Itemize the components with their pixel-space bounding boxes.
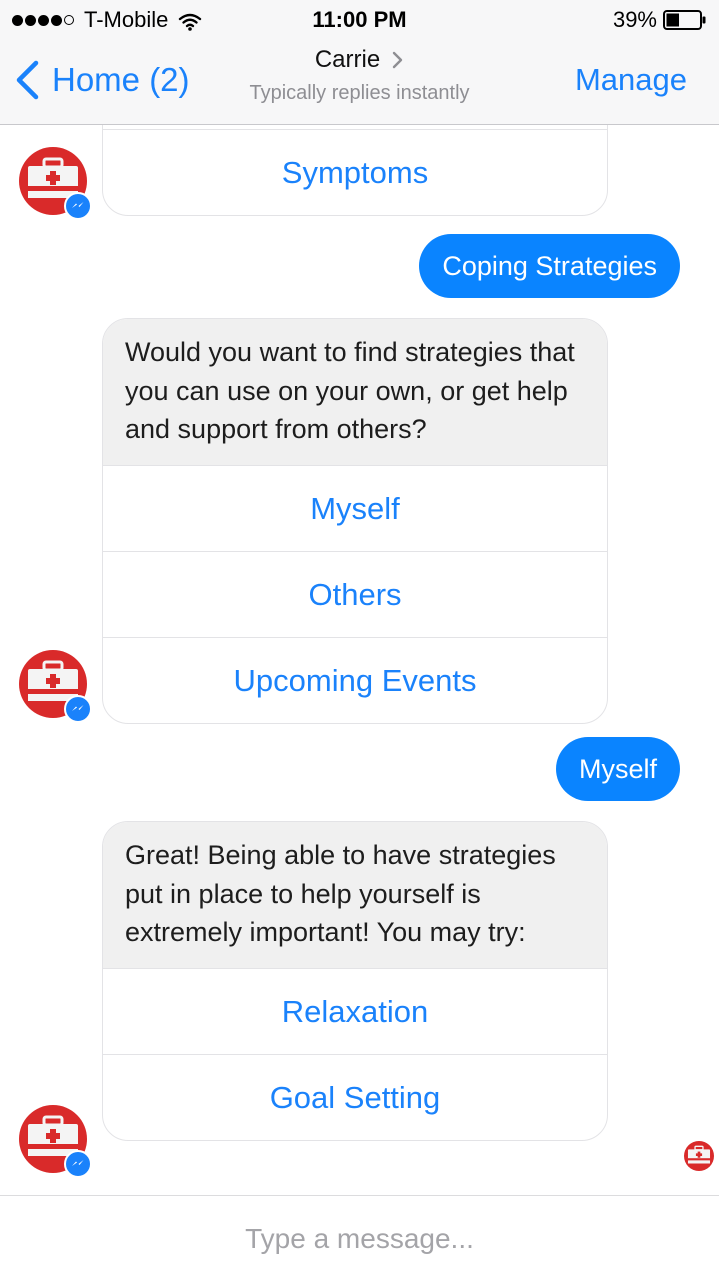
manage-button[interactable]: Manage: [575, 62, 687, 98]
status-time: 11:00 PM: [312, 7, 407, 32]
bot-card-2: Would you want to find strategies that y…: [102, 318, 608, 724]
seen-indicator-avatar: [684, 1141, 714, 1171]
messenger-bolt-icon: [64, 1150, 92, 1178]
user-message-bubble[interactable]: Coping Strategies: [419, 234, 680, 298]
card-button-symptoms[interactable]: Symptoms: [103, 129, 607, 215]
first-aid-kit-icon: [687, 1145, 711, 1164]
message-composer: [0, 1195, 719, 1280]
bot-card-3: Great! Being able to have strategies put…: [102, 821, 608, 1141]
card-button-goal-setting[interactable]: Goal Setting: [103, 1053, 607, 1140]
messenger-bolt-icon: [64, 695, 92, 723]
chat-thread[interactable]: Symptoms Coping Strategies Would you wan…: [0, 125, 719, 1195]
status-bar: T-Mobile 11:00 PM 39%: [0, 0, 719, 40]
chevron-right-icon: [392, 51, 403, 69]
card-button-myself[interactable]: Myself: [103, 464, 607, 551]
battery-percent: 39%: [612, 7, 657, 32]
message-input[interactable]: [0, 1196, 719, 1280]
card-button-upcoming-events[interactable]: Upcoming Events: [103, 636, 607, 723]
contact-name-button[interactable]: Carrie: [315, 46, 404, 74]
bot-card-1: Symptoms: [102, 125, 608, 216]
messenger-bolt-icon: [64, 192, 92, 220]
card-button-relaxation[interactable]: Relaxation: [103, 967, 607, 1054]
bot-message-text: Great! Being able to have strategies put…: [103, 822, 607, 968]
nav-header: Home (2) Carrie Typically replies instan…: [0, 40, 719, 125]
card-button-others[interactable]: Others: [103, 550, 607, 637]
user-message-bubble[interactable]: Myself: [555, 737, 680, 801]
messenger-chat-screen: T-Mobile 11:00 PM 39% Home (2) Carrie Ty…: [0, 0, 719, 1280]
battery-icon: [663, 10, 707, 30]
status-right: 39%: [613, 7, 707, 33]
contact-name: Carrie: [314, 46, 381, 73]
bot-message-text: Would you want to find strategies that y…: [103, 319, 607, 465]
